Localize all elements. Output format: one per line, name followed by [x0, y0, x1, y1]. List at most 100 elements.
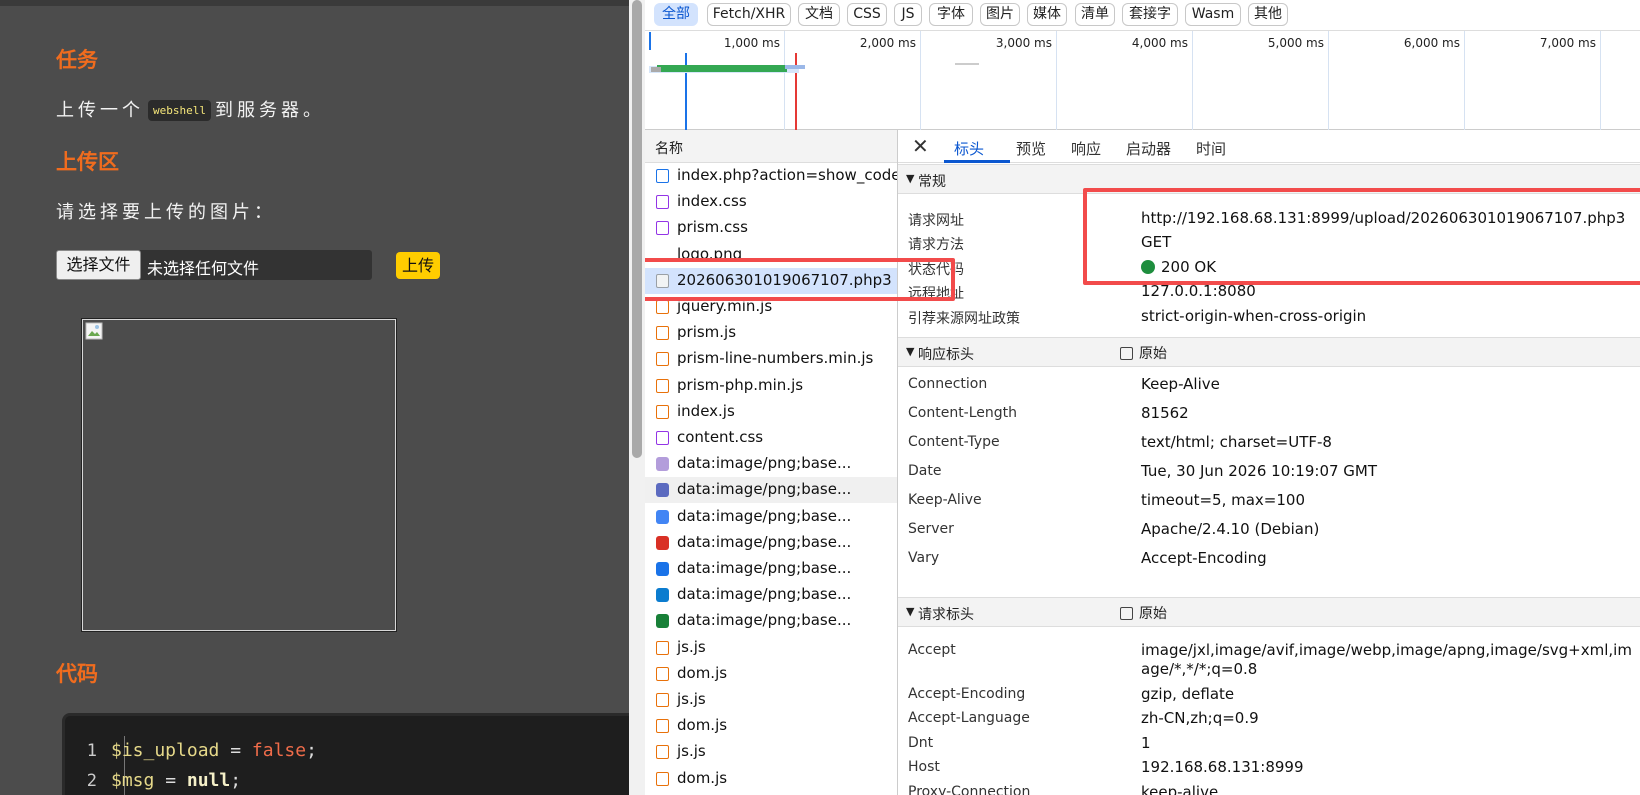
- timeline-selection-handle[interactable]: [649, 32, 651, 50]
- filter-fetch-xhr[interactable]: Fetch/XHR: [707, 3, 791, 26]
- tab-initiator[interactable]: 启动器: [1126, 138, 1171, 159]
- request-row[interactable]: data:image/png;base...: [645, 477, 897, 504]
- request-headers-section-header[interactable]: ▼ 请求标头 原始: [898, 597, 1640, 627]
- request-row[interactable]: prism-line-numbers.min.js: [645, 346, 897, 372]
- tab-preview[interactable]: 预览: [1016, 138, 1046, 159]
- request-row[interactable]: jquery.min.js: [645, 294, 897, 320]
- request-row[interactable]: data:image/png;base...: [645, 504, 897, 530]
- request-row[interactable]: prism.js: [645, 320, 897, 346]
- request-row[interactable]: js.js: [645, 687, 897, 713]
- general-key: 状态代码: [908, 262, 964, 278]
- request-name: prism-php.min.js: [677, 375, 804, 394]
- timeline-tick-label: 5,000 ms: [1267, 36, 1324, 50]
- upload-button[interactable]: 上传: [396, 252, 440, 279]
- filter-css[interactable]: CSS: [847, 3, 887, 26]
- header-name: Proxy-Connection: [908, 783, 1031, 795]
- request-row[interactable]: dom.js: [645, 661, 897, 687]
- filter-all[interactable]: 全部: [654, 3, 698, 26]
- header-value: Tue, 30 Jun 2026 10:19:07 GMT: [1141, 462, 1378, 480]
- request-row[interactable]: data:image/png;base...: [645, 530, 897, 556]
- tab-timing[interactable]: 时间: [1196, 138, 1226, 159]
- tab-headers[interactable]: 标头: [954, 138, 984, 159]
- filter-other[interactable]: 其他: [1248, 3, 1288, 26]
- request-row[interactable]: logo.png: [645, 242, 897, 268]
- request-name: data:image/png;base...: [677, 559, 852, 577]
- request-row[interactable]: content.css: [645, 425, 897, 451]
- script-icon: [656, 352, 669, 367]
- choose-file-button[interactable]: 选择文件: [56, 250, 141, 280]
- request-name: prism-line-numbers.min.js: [677, 349, 874, 368]
- timeline-tick: [1464, 31, 1465, 131]
- request-row[interactable]: index.php?action=show_code: [645, 163, 897, 189]
- request-row[interactable]: index.js: [645, 399, 897, 425]
- filter-media[interactable]: 媒体: [1027, 3, 1067, 26]
- code-value: null: [186, 770, 231, 791]
- filter-img[interactable]: 图片: [980, 3, 1020, 26]
- code-line: 2 $msg = null;: [65, 770, 241, 791]
- page-scroll-thumb[interactable]: [632, 0, 642, 458]
- task-text-after: 到服务器。: [214, 100, 325, 121]
- request-name: data:image/png;base...: [677, 480, 852, 499]
- details-tabbar: ✕ 标头 预览 响应 启动器 时间: [898, 130, 1640, 163]
- stylesheet-icon: [656, 221, 669, 236]
- timeline-tick-label: 3,000 ms: [995, 36, 1052, 50]
- header-value: text/html; charset=UTF-8: [1141, 433, 1332, 451]
- close-icon[interactable]: ✕: [912, 134, 929, 158]
- request-row[interactable]: prism-php.min.js: [645, 373, 897, 399]
- raw-checkbox[interactable]: [1120, 607, 1133, 620]
- request-row[interactable]: prism.css: [645, 215, 897, 241]
- raw-toggle[interactable]: 原始: [1120, 603, 1167, 623]
- request-row[interactable]: dom.js: [645, 713, 897, 739]
- timeline-tick: [1328, 31, 1329, 131]
- script-icon: [656, 719, 669, 734]
- filter-wasm[interactable]: Wasm: [1185, 3, 1241, 26]
- header-name: Content-Type: [908, 434, 1000, 450]
- request-row[interactable]: data:image/png;base...: [645, 608, 897, 634]
- general-section-header[interactable]: ▼ 常规: [898, 164, 1640, 194]
- header-name: Date: [908, 463, 942, 479]
- header-name: Accept-Language: [908, 710, 1030, 726]
- line-number: 2: [86, 771, 97, 791]
- devtools-network-panel: 全部 Fetch/XHR 文档 CSS JS 字体 图片 媒体 清单 套接字 W…: [645, 0, 1640, 795]
- code-terminator: ;: [230, 770, 242, 791]
- filter-js[interactable]: JS: [894, 3, 922, 26]
- header-value: image/jxl,image/avif,image/webp,image/ap…: [1141, 641, 1632, 678]
- request-row[interactable]: 202606301019067107.php3: [645, 267, 897, 294]
- collapse-triangle-icon: ▼: [906, 172, 915, 185]
- name-column-header[interactable]: 名称: [645, 130, 897, 163]
- referrer-policy-value: strict-origin-when-cross-origin: [1141, 307, 1367, 325]
- request-row[interactable]: js.js: [645, 739, 897, 765]
- filter-manifest[interactable]: 清单: [1075, 3, 1115, 26]
- broken-image-icon: [85, 322, 103, 340]
- code-operator: =: [154, 770, 187, 791]
- script-icon: [656, 378, 669, 393]
- file-input[interactable]: 选择文件 未选择任何文件: [56, 250, 372, 280]
- filter-font[interactable]: 字体: [929, 3, 973, 26]
- header-name: Vary: [908, 550, 940, 566]
- raw-checkbox[interactable]: [1120, 347, 1133, 360]
- request-row[interactable]: data:image/png;base...: [645, 582, 897, 608]
- request-row[interactable]: js.js: [645, 635, 897, 661]
- response-headers-section-header[interactable]: ▼ 响应标头 原始: [898, 337, 1640, 367]
- request-row[interactable]: data:image/png;base...: [645, 556, 897, 582]
- raw-toggle[interactable]: 原始: [1120, 343, 1167, 363]
- header-value: 1: [1141, 733, 1151, 752]
- request-name: data:image/png;base...: [677, 585, 852, 604]
- code-line: 1 $is_upload = false;: [65, 740, 317, 761]
- request-name: jquery.min.js: [677, 297, 773, 315]
- extension-image-icon: [656, 562, 669, 576]
- general-key: 请求方法: [908, 237, 964, 253]
- filter-socket[interactable]: 套接字: [1122, 3, 1178, 26]
- page-scrollbar[interactable]: [629, 0, 645, 795]
- request-row[interactable]: dom.js: [645, 766, 897, 792]
- timeline-tick: [1600, 31, 1601, 131]
- status-ok-icon: [1141, 260, 1155, 274]
- tab-response[interactable]: 响应: [1071, 138, 1101, 159]
- request-row[interactable]: index.css: [645, 189, 897, 215]
- filter-doc[interactable]: 文档: [798, 3, 840, 26]
- network-timeline[interactable]: 1,000 ms 2,000 ms 3,000 ms 4,000 ms 5,00…: [645, 30, 1640, 131]
- code-variable: $msg: [111, 770, 155, 791]
- script-icon: [656, 326, 669, 341]
- request-row[interactable]: data:image/png;base...: [645, 451, 897, 477]
- request-name: 202606301019067107.php3: [677, 270, 892, 289]
